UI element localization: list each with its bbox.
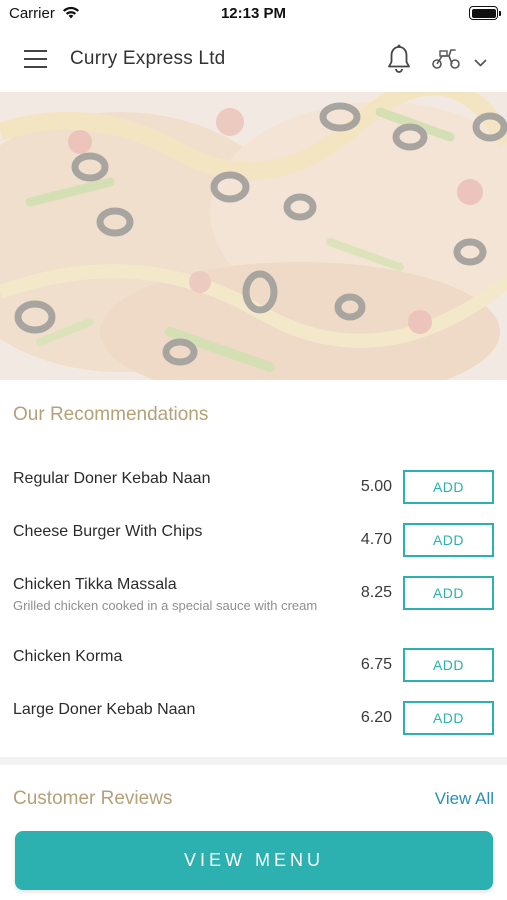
view-menu-button[interactable]: VIEW MENU bbox=[15, 831, 493, 890]
item-name: Regular Doner Kebab Naan bbox=[13, 470, 211, 487]
restaurant-title: Curry Express Ltd bbox=[70, 48, 226, 69]
item-description: Grilled chicken cooked in a special sauc… bbox=[13, 598, 318, 613]
add-button[interactable]: ADD bbox=[403, 576, 494, 610]
item-name: Chicken Tikka Massala bbox=[13, 576, 177, 593]
bell-icon[interactable] bbox=[386, 44, 412, 79]
add-button[interactable]: ADD bbox=[403, 470, 494, 504]
reviews-title: Customer Reviews bbox=[13, 788, 173, 809]
item-price: 8.25 bbox=[360, 584, 392, 601]
item-name: Chicken Korma bbox=[13, 648, 123, 665]
hero-pizza-image bbox=[0, 92, 507, 380]
item-price: 6.20 bbox=[360, 709, 392, 726]
add-button[interactable]: ADD bbox=[403, 648, 494, 682]
section-divider bbox=[0, 757, 507, 765]
item-price: 6.75 bbox=[360, 656, 392, 673]
add-button[interactable]: ADD bbox=[403, 701, 494, 735]
view-all-link[interactable]: View All bbox=[435, 789, 494, 809]
chevron-down-icon[interactable] bbox=[474, 55, 487, 73]
status-bar: Carrier 12:13 PM bbox=[0, 0, 507, 28]
add-button[interactable]: ADD bbox=[403, 523, 494, 557]
item-name: Large Doner Kebab Naan bbox=[13, 701, 196, 718]
battery-icon bbox=[469, 6, 501, 20]
item-name: Cheese Burger With Chips bbox=[13, 523, 203, 540]
menu-icon[interactable] bbox=[24, 50, 47, 68]
item-price: 4.70 bbox=[360, 531, 392, 548]
scooter-icon[interactable] bbox=[431, 47, 461, 76]
app-header: Curry Express Ltd bbox=[0, 28, 507, 92]
recommendations-title: Our Recommendations bbox=[13, 404, 209, 425]
item-price: 5.00 bbox=[360, 478, 392, 495]
clock: 12:13 PM bbox=[220, 5, 287, 22]
